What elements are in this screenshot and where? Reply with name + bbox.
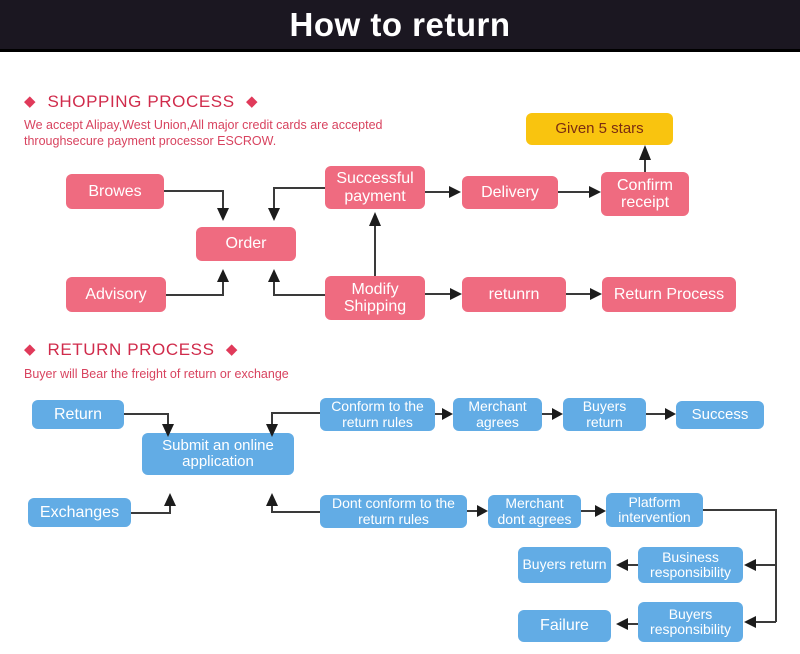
arrowhead-buyers-resp (744, 616, 756, 628)
arrowhead-payment-down (268, 208, 280, 221)
arrowhead-failure (616, 618, 628, 630)
link-modify-to-order (273, 280, 325, 296)
page-root: How to return ◆ SHOPPING PROCESS ◆ We ac… (0, 0, 800, 654)
node-dont-conform-rules[interactable]: Dont conform to the return rules (320, 495, 467, 528)
node-delivery[interactable]: Delivery (462, 176, 558, 209)
node-merchant-agrees[interactable]: Merchant agrees (453, 398, 542, 431)
arrowhead-exchanges (164, 493, 176, 506)
arrowhead-retunrn (450, 288, 462, 300)
diamond-left-icon-2: ◆ (24, 341, 37, 358)
diamond-left-icon: ◆ (24, 93, 37, 110)
node-success[interactable]: Success (676, 401, 764, 429)
node-return-process[interactable]: Return Process (602, 277, 736, 312)
return-process-heading: ◆ RETURN PROCESS ◆ (24, 340, 238, 360)
arrowhead-dontconform-up (266, 493, 278, 506)
node-return[interactable]: Return (32, 400, 124, 429)
node-buyers-responsibility[interactable]: Buyers responsibility (638, 602, 743, 642)
node-conform-rules[interactable]: Conform to the return rules (320, 398, 435, 431)
arrowhead-merchant-agrees (442, 408, 453, 420)
arrowhead-buyers-return-mid (616, 559, 628, 571)
page-title: How to return (289, 5, 511, 43)
node-browes[interactable]: Browes (66, 174, 164, 209)
node-order[interactable]: Order (196, 227, 296, 261)
node-buyers-return-mid[interactable]: Buyers return (518, 547, 611, 583)
arrowhead-browes (217, 208, 229, 221)
node-given-5-stars[interactable]: Given 5 stars (526, 113, 673, 145)
arrowhead-delivery (449, 186, 461, 198)
link-dontconform-up (271, 506, 320, 513)
node-business-responsibility[interactable]: Business responsibility (638, 547, 743, 583)
link-return-to-submit (124, 413, 169, 425)
arrowhead-success (665, 408, 676, 420)
return-process-heading-label: RETURN PROCESS (47, 340, 215, 359)
node-merchant-dont-agrees[interactable]: Merchant dont agrees (488, 495, 581, 528)
arrowhead-returnprocess (590, 288, 602, 300)
link-conform-to-submit (271, 412, 320, 425)
node-confirm-receipt[interactable]: Confirm receipt (601, 172, 689, 216)
arrowhead-stars (639, 145, 651, 160)
node-advisory[interactable]: Advisory (66, 277, 166, 312)
arrowhead-business-resp (744, 559, 756, 571)
shopping-process-subtitle: We accept Alipay,West Union,All major cr… (24, 118, 383, 148)
node-failure[interactable]: Failure (518, 610, 611, 642)
shopping-process-heading: ◆ SHOPPING PROCESS ◆ (24, 92, 258, 112)
node-retunrn[interactable]: retunrn (462, 277, 566, 312)
arrowhead-advisory (217, 269, 229, 282)
arrowhead-merchant-dont (477, 505, 488, 517)
arrowhead-platform (595, 505, 606, 517)
shopping-process-heading-label: SHOPPING PROCESS (47, 92, 235, 111)
link-exchanges-up (131, 506, 171, 514)
node-buyers-return-top[interactable]: Buyers return (563, 398, 646, 431)
link-advisory-to-order (166, 280, 224, 296)
node-exchanges[interactable]: Exchanges (28, 498, 131, 527)
link-browes-to-order (164, 190, 224, 210)
diamond-right-icon: ◆ (246, 93, 259, 110)
arrowhead-modify-payment (369, 212, 381, 226)
node-submit-application[interactable]: Submit an online application (142, 433, 294, 475)
node-platform-intervention[interactable]: Platform intervention (606, 493, 703, 527)
node-modify-shipping[interactable]: Modify Shipping (325, 276, 425, 320)
arrowhead-modify-up (268, 269, 280, 282)
return-process-subtitle: Buyer will Bear the freight of return or… (24, 367, 289, 381)
header-banner: How to return (0, 0, 800, 52)
node-successful-payment[interactable]: Successful payment (325, 166, 425, 209)
diamond-right-icon-2: ◆ (225, 341, 239, 358)
arrowhead-buyers-return-top (552, 408, 563, 420)
arrowhead-confirm (589, 186, 601, 198)
link-payment-to-order (273, 187, 325, 210)
